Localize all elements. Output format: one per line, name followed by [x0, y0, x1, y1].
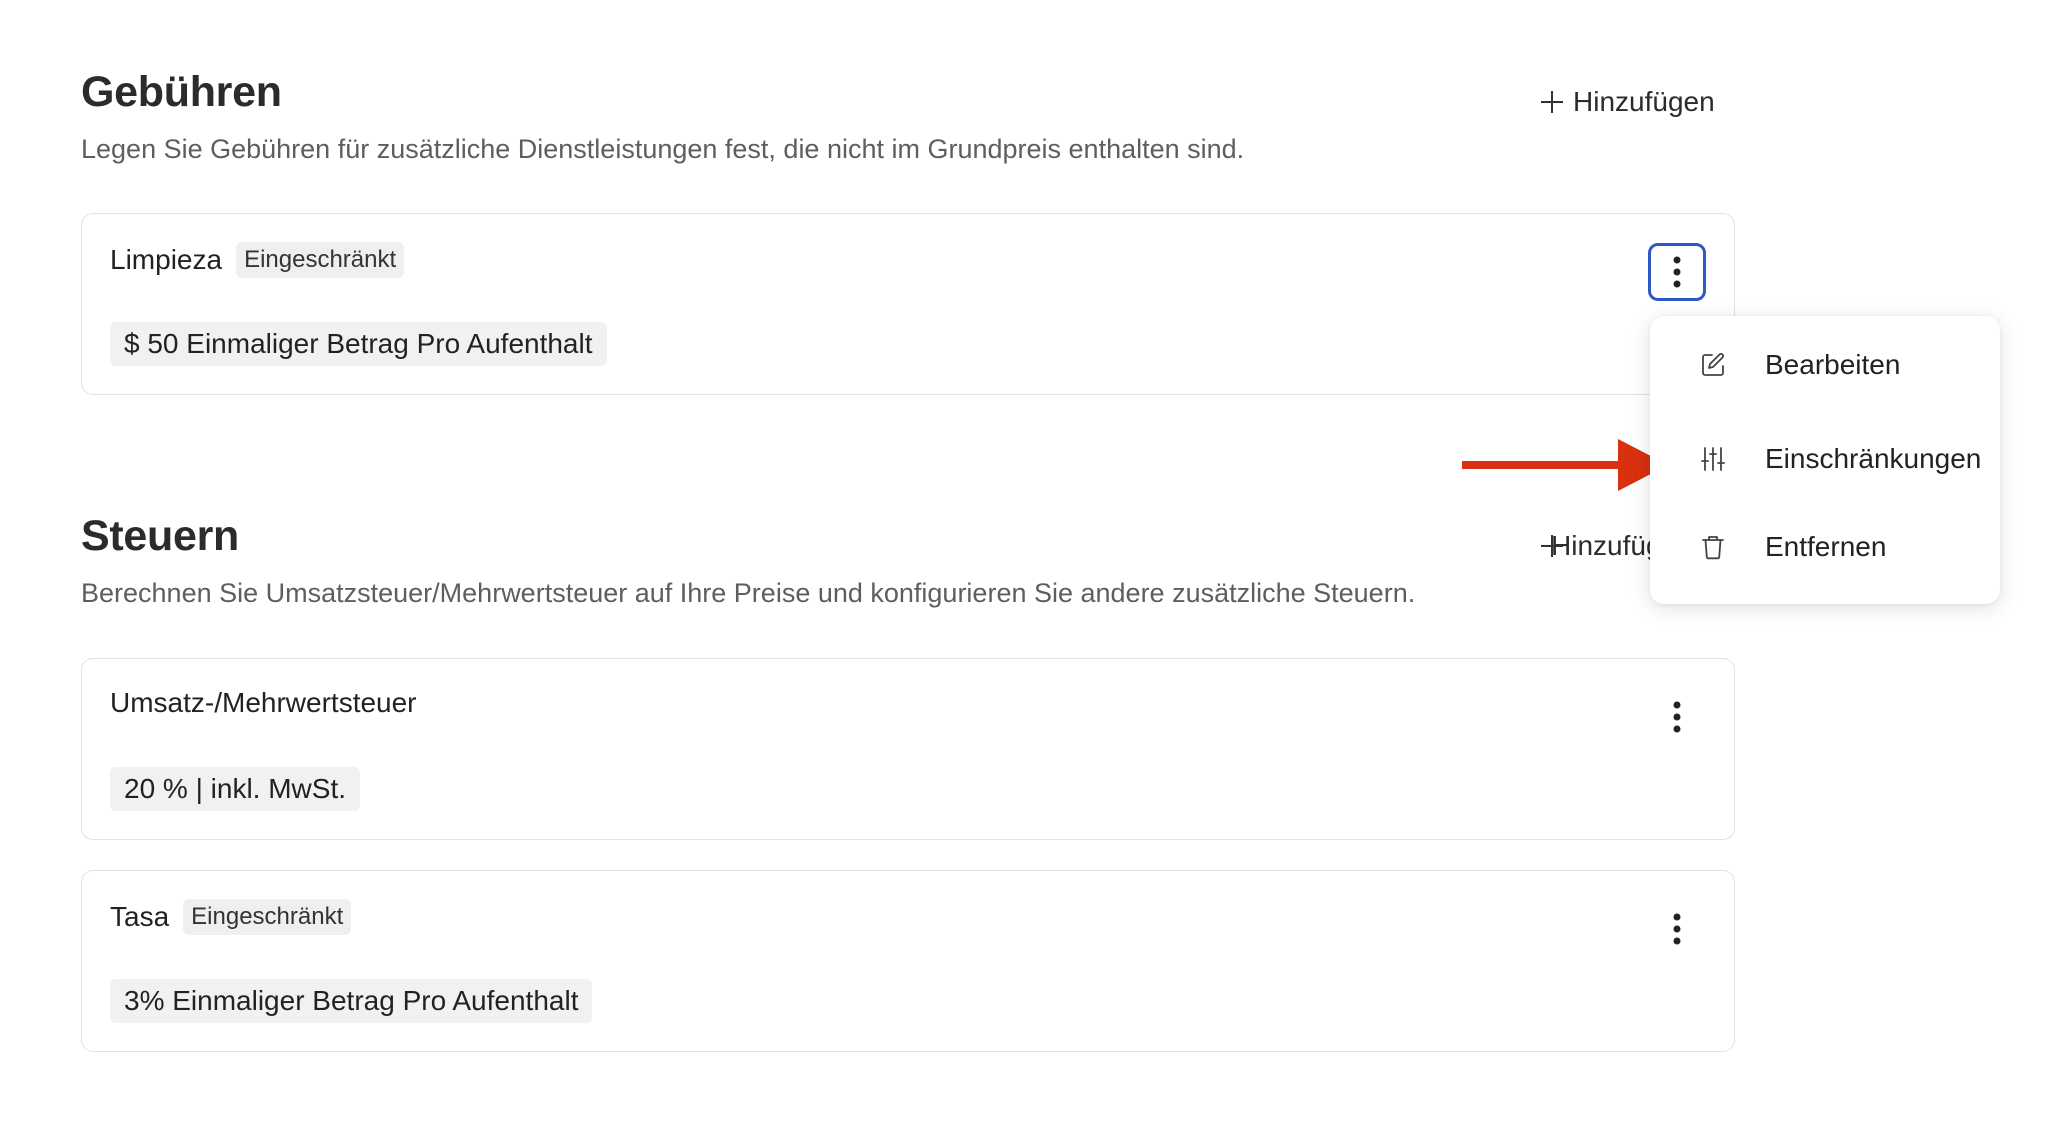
menu-item-label: Einschränkungen — [1765, 443, 1982, 474]
menu-item-remove[interactable]: Entfernen — [1650, 512, 2000, 582]
restricted-badge: Eingeschränkt — [183, 899, 352, 935]
tax-card-header: Tasa Eingeschränkt — [110, 899, 352, 935]
sliders-icon — [1698, 444, 1728, 474]
taxes-section-title: Steuern — [81, 512, 239, 560]
fees-add-button[interactable]: Hinzufügen — [1541, 86, 1715, 118]
fee-more-options-button[interactable] — [1648, 243, 1706, 301]
trash-icon — [1698, 532, 1728, 562]
more-vertical-icon — [1673, 701, 1681, 733]
taxes-add-label: Hinzufügen — [1551, 530, 1651, 561]
menu-item-edit[interactable]: Bearbeiten — [1650, 330, 2000, 400]
tax-card-header: Umsatz-/Mehrwertsteuer — [110, 687, 417, 719]
fee-name: Limpieza — [110, 244, 223, 275]
fee-card-limpieza: Limpieza Eingeschränkt $ 50 Einmaliger B… — [81, 213, 1735, 395]
tax-more-options-button[interactable] — [1648, 900, 1706, 958]
fees-section-description: Legen Sie Gebühren für zusätzliche Diens… — [81, 134, 1245, 164]
tax-card-vat: Umsatz-/Mehrwertsteuer 20 % | inkl. MwSt… — [81, 658, 1735, 840]
tax-card-tasa: Tasa Eingeschränkt 3% Einmaliger Betrag … — [81, 870, 1735, 1052]
fees-add-label: Hinzufügen — [1573, 86, 1715, 117]
edit-icon — [1698, 350, 1728, 380]
taxes-section-description: Berechnen Sie Umsatzsteuer/Mehrwertsteue… — [81, 578, 1416, 608]
annotation-arrow-icon — [1462, 439, 1668, 491]
tax-more-options-button[interactable] — [1648, 688, 1706, 746]
more-vertical-icon — [1673, 913, 1681, 945]
tax-name: Umsatz-/Mehrwertsteuer — [110, 687, 417, 718]
taxes-add-button[interactable]: Hinzufügen — [1541, 530, 1651, 562]
tax-name: Tasa — [110, 901, 170, 932]
plus-icon — [1541, 91, 1563, 113]
menu-item-label: Bearbeiten — [1765, 349, 1901, 380]
tax-detail: 3% Einmaliger Betrag Pro Aufenthalt — [110, 979, 593, 1023]
menu-item-restrictions[interactable]: Einschränkungen — [1650, 424, 2000, 494]
more-vertical-icon — [1673, 256, 1681, 288]
fee-card-header: Limpieza Eingeschränkt — [110, 242, 405, 278]
restricted-badge: Eingeschränkt — [236, 242, 405, 278]
fee-detail: $ 50 Einmaliger Betrag Pro Aufenthalt — [110, 322, 607, 366]
menu-item-label: Entfernen — [1765, 531, 1887, 562]
fee-context-menu: Bearbeiten Einschränkungen Entfernen — [1650, 316, 2000, 604]
fees-section-title: Gebühren — [81, 68, 282, 116]
tax-detail: 20 % | inkl. MwSt. — [110, 767, 361, 811]
